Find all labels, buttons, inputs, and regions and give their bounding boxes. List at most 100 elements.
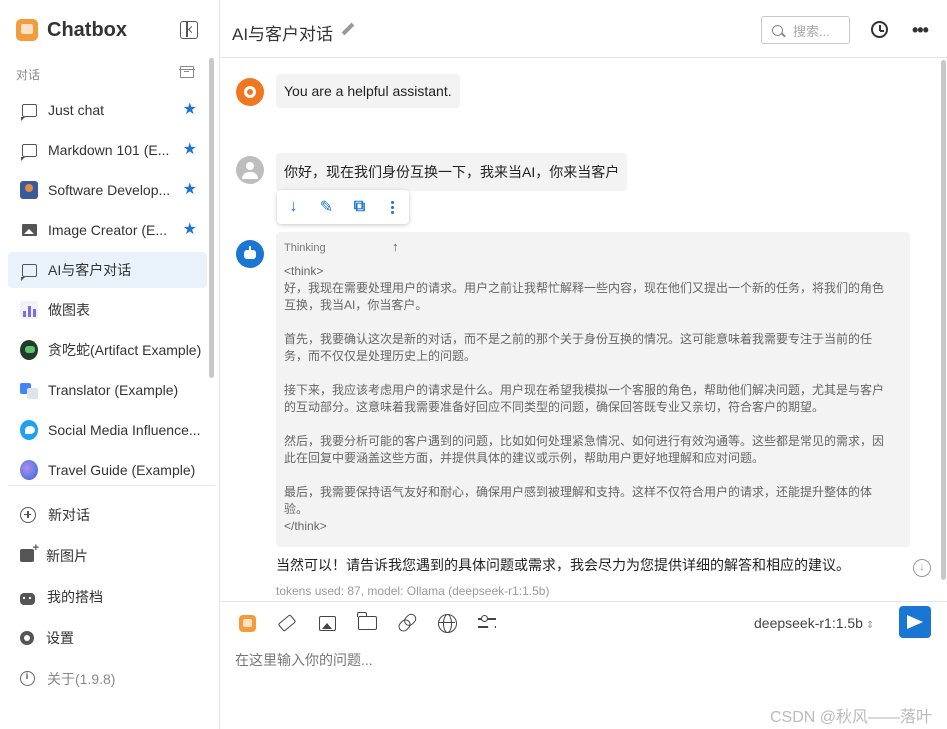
collapse-thinking-icon[interactable]: ↑ [392, 239, 399, 254]
system-settings-avatar-icon[interactable] [236, 78, 264, 106]
watermark: CSDN @秋风——落叶 [770, 709, 933, 726]
brand: Chatbox [16, 18, 127, 42]
send-button[interactable] [899, 606, 931, 638]
chatbox-icon [238, 614, 256, 632]
image-icon [318, 615, 336, 631]
thinking-paragraph: 最后，我需要保持语气友好和耐心，确保用户感到被理解和支持。这样不仅符合用户的请求… [284, 485, 873, 516]
conversation-label: Markdown 101 (E... [48, 142, 170, 158]
think-close-tag: </think> [284, 519, 327, 533]
about-label: 关于(1.9.8) [47, 670, 116, 687]
star-icon[interactable]: ★ [183, 221, 197, 239]
conversation-label: 贪吃蛇(Artifact Example) [48, 342, 202, 358]
sliders-icon [478, 615, 496, 631]
search-button[interactable]: 搜索... [761, 16, 850, 44]
edit-title-icon[interactable] [341, 23, 355, 37]
new-chat-label: 新对话 [48, 506, 90, 523]
conversation-item[interactable]: 做图表 [8, 292, 207, 328]
conversation-label: Just chat [48, 102, 105, 118]
globe-icon [437, 613, 457, 633]
chatbox-logo-icon [16, 19, 38, 41]
settings-label: 设置 [46, 629, 74, 646]
robot-icon [20, 592, 35, 605]
more-vertical-icon[interactable] [376, 190, 409, 224]
new-image-button[interactable]: 新图片 [8, 535, 207, 576]
image-icon [20, 221, 38, 239]
thinking-block: Thinking ↑ <think> 好，我现在需要处理用户的请求。用户之前让我… [276, 232, 910, 547]
arrow-down-icon[interactable]: ↓ [277, 190, 310, 224]
conversation-item[interactable]: Social Media Influence... [8, 412, 207, 448]
thinking-paragraph: 接下来，我应该考虑用户的请求是什么。用户现在希望我模拟一个客服的角色，帮助他们解… [284, 383, 885, 414]
copilot-button[interactable] [235, 612, 259, 634]
assistant-answer: 当然可以！请告诉我您遇到的具体问题或需求，我会尽力为您提供详细的解答和相应的建议… [276, 557, 850, 573]
collapse-sidebar-icon[interactable] [180, 21, 198, 39]
model-name: deepseek-r1:1.5b [754, 615, 863, 631]
message-meta: tokens used: 87, model: Ollama (deepseek… [276, 584, 550, 598]
thinking-content: <think> 好，我现在需要处理用户的请求。用户之前让我帮忙解释一些内容，现在… [284, 263, 894, 535]
composer-toolbar [235, 612, 499, 634]
think-open-tag: <think> [284, 264, 324, 278]
search-placeholder: 搜索... [793, 23, 830, 39]
settings-button[interactable]: 设置 [8, 617, 207, 658]
twitter-avatar-icon [20, 420, 38, 440]
conversation-label: Travel Guide (Example) [48, 462, 196, 478]
message-icon [20, 141, 38, 161]
conversation-item[interactable]: Just chat ★ [8, 92, 207, 128]
conversation-item[interactable]: Image Creator (E... ★ [8, 212, 207, 248]
system-message: You are a helpful assistant. [276, 74, 460, 108]
clear-button[interactable] [275, 612, 299, 634]
web-search-button[interactable] [435, 612, 459, 634]
plus-circle-icon [20, 506, 36, 523]
my-copilots-button[interactable]: 我的搭档 [8, 576, 207, 617]
history-icon[interactable] [871, 21, 888, 38]
messages-scrollbar[interactable] [940, 58, 947, 601]
message-actions-toolbar: ↓ ✎ ⧉ [277, 190, 409, 224]
gear-icon [20, 630, 34, 645]
more-options-icon[interactable]: ••• [912, 20, 929, 41]
info-icon [20, 671, 35, 686]
scroll-to-bottom-icon[interactable]: ↓ [913, 559, 931, 577]
conversation-item[interactable]: Software Develop... ★ [8, 172, 207, 208]
message-input[interactable] [235, 648, 925, 672]
conversation-label: Software Develop... [48, 182, 171, 198]
star-icon[interactable]: ★ [183, 141, 197, 159]
model-selector[interactable]: deepseek-r1:1.5b ⇕ [754, 615, 874, 631]
message-icon [20, 261, 38, 281]
thinking-paragraph: 好，我现在需要处理用户的请求。用户之前让我帮忙解释一些内容，现在他们又提出一个新… [284, 281, 885, 312]
star-icon[interactable]: ★ [183, 101, 197, 119]
conversation-label: 做图表 [48, 302, 90, 318]
conversations-section-label: 对话 [16, 68, 41, 82]
edit-message-icon[interactable]: ✎ [310, 190, 343, 224]
assistant-robot-avatar-icon [236, 240, 264, 268]
message-list: You are a helpful assistant. 你好，现在我们身份互换… [221, 58, 947, 601]
conversation-label: Image Creator (E... [48, 222, 168, 238]
conversation-item-active[interactable]: AI与客户对话 [8, 252, 207, 288]
conversation-item[interactable]: 贪吃蛇(Artifact Example) [8, 332, 207, 368]
snake-avatar-icon [20, 340, 38, 360]
conversation-title: AI与客户对话 [232, 25, 334, 44]
thinking-paragraph: 首先，我要确认这次是新的对话，而不是之前的那个关于身份互换的情况。这可能意味着我… [284, 332, 873, 363]
attach-link-button[interactable] [395, 612, 419, 634]
attach-file-button[interactable] [355, 612, 379, 634]
conversation-label: AI与客户对话 [48, 262, 132, 278]
sidebar: Chatbox 对话 Just chat ★ Markdown 101 (E..… [0, 0, 220, 729]
about-button[interactable]: 关于(1.9.8) [8, 658, 207, 699]
attach-image-button[interactable] [315, 612, 339, 634]
translate-avatar-icon [20, 381, 38, 399]
link-icon [396, 612, 417, 633]
conversation-item[interactable]: Travel Guide (Example) [8, 452, 207, 488]
copy-icon[interactable]: ⧉ [343, 190, 376, 224]
search-icon [772, 24, 783, 36]
star-icon[interactable]: ★ [183, 181, 197, 199]
sidebar-scrollbar[interactable] [209, 58, 214, 378]
new-image-label: 新图片 [46, 547, 88, 564]
new-chat-button[interactable]: 新对话 [8, 494, 207, 535]
my-copilots-label: 我的搭档 [47, 588, 103, 605]
user-avatar-icon [236, 156, 264, 184]
conversation-list: Just chat ★ Markdown 101 (E... ★ Softwar… [8, 92, 207, 492]
chat-settings-button[interactable] [475, 612, 499, 634]
conversation-item[interactable]: Markdown 101 (E... ★ [8, 132, 207, 168]
chart-avatar-icon [20, 301, 38, 319]
conversation-label: Social Media Influence... [48, 422, 201, 438]
conversation-item[interactable]: Translator (Example) [8, 372, 207, 408]
archive-icon[interactable] [179, 66, 195, 78]
